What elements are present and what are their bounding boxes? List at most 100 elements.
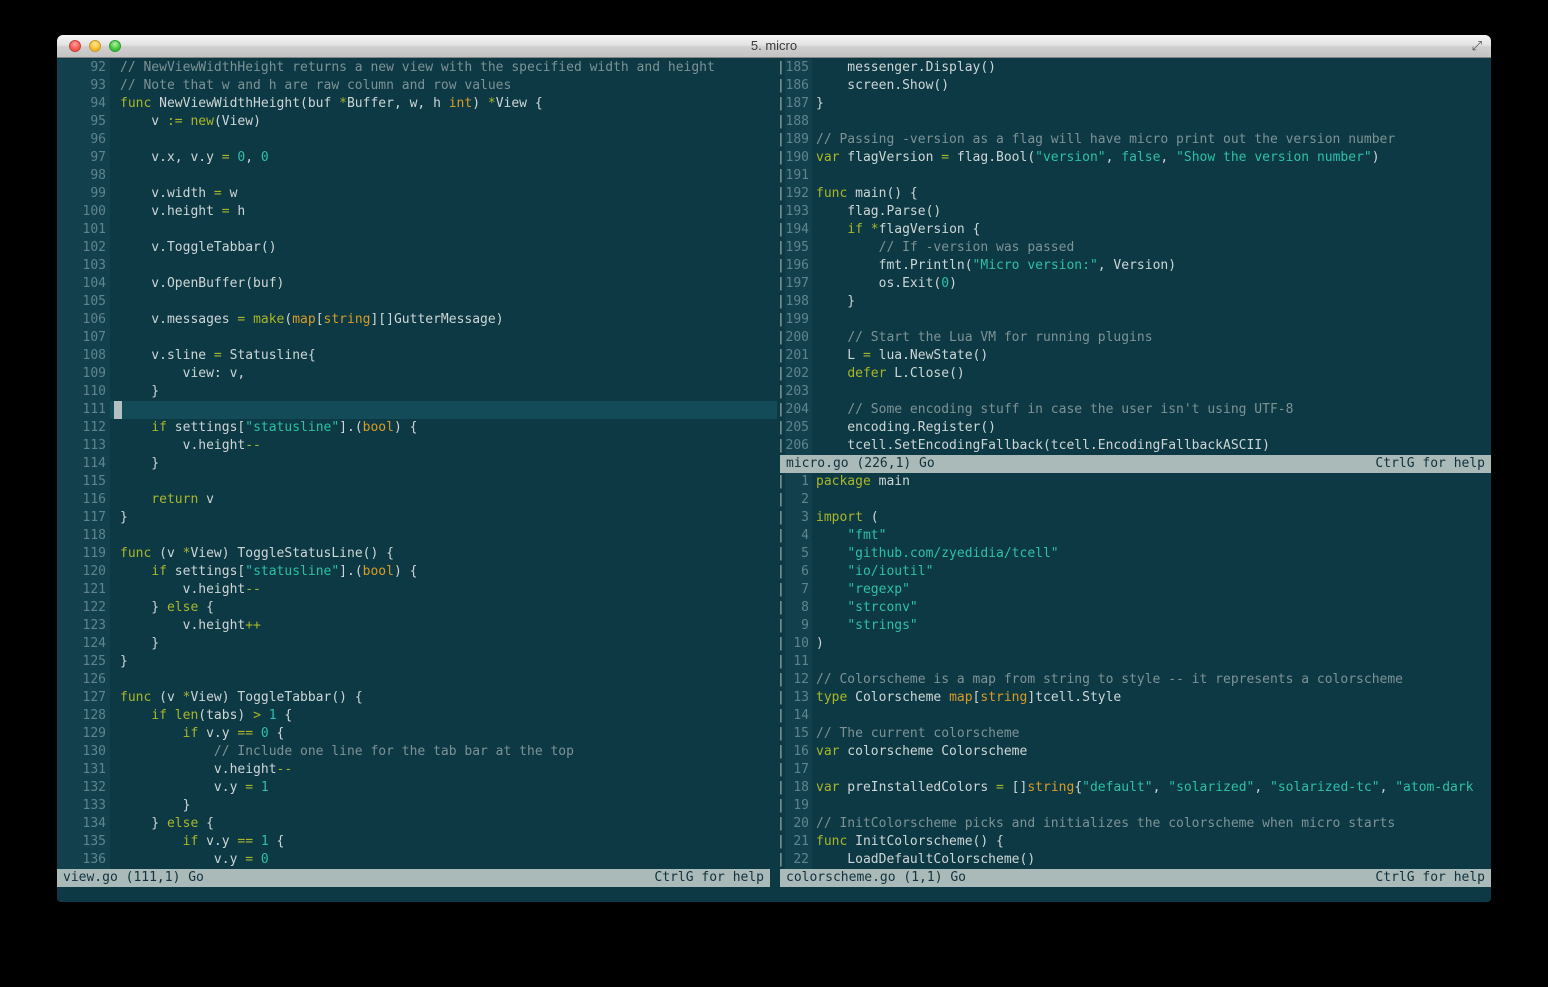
code-line[interactable]: 110 } [57,383,777,401]
code-line[interactable]: | 200 // Start the Lua VM for running plu… [777,329,1491,347]
code-line[interactable]: | 18 var preInstalledColors = []string{"de… [777,779,1491,797]
code-line[interactable]: | 190 var flagVersion = flag.Bool("version… [777,149,1491,167]
code-line[interactable]: | 199 [777,311,1491,329]
code-line[interactable]: 112 if settings["statusline"].(bool) { [57,419,777,437]
code-line[interactable]: | 5 "github.com/zyedidia/tcell" [777,545,1491,563]
code-line[interactable]: | 194 if *flagVersion { [777,221,1491,239]
code-line[interactable]: | 6 "io/ioutil" [777,563,1491,581]
code-line[interactable]: | 202 defer L.Close() [777,365,1491,383]
code-line[interactable]: | 1 package main [777,473,1491,491]
code-line[interactable]: 118 [57,527,777,545]
code-line[interactable]: 106 v.messages = make(map[string][]Gutte… [57,311,777,329]
code-line[interactable]: 101 [57,221,777,239]
code-line[interactable]: 120 if settings["statusline"].(bool) { [57,563,777,581]
code-line[interactable]: | 21 func InitColorscheme() { [777,833,1491,851]
code-line[interactable]: | 186 screen.Show() [777,77,1491,95]
code-line[interactable]: 107 [57,329,777,347]
code-line[interactable]: 103 [57,257,777,275]
code-line[interactable]: 102 v.ToggleTabbar() [57,239,777,257]
code-line[interactable]: | 10) [777,635,1491,653]
code-line[interactable]: 105 [57,293,777,311]
editor-pane-view-go[interactable]: 92 // NewViewWidthHeight returns a new vi… [57,59,777,869]
minimize-button[interactable] [89,39,101,52]
code-line[interactable]: 99 v.width = w [57,185,777,203]
code-line[interactable]: | 198 } [777,293,1491,311]
code-line[interactable]: 129 if v.y == 0 { [57,725,777,743]
editor-pane-colorscheme-go[interactable]: | 1 package main | 2 | 3 import (| 4 "fmt" | 5 "gi… [777,473,1491,869]
code-line[interactable]: 125} [57,653,777,671]
code-line[interactable]: 93 // Note that w and h are raw column an… [57,77,777,95]
code-line[interactable]: 108 v.sline = Statusline{ [57,347,777,365]
line-number: 93 [57,77,110,95]
code-line[interactable]: | 188 [777,113,1491,131]
code-line[interactable]: | 9 "strings" [777,617,1491,635]
window-titlebar[interactable]: 5. micro ⤢ [57,35,1491,58]
zoom-button[interactable] [109,39,121,52]
code-line[interactable]: 100 v.height = h [57,203,777,221]
code-line[interactable]: 134 } else { [57,815,777,833]
code-line[interactable]: 94 func NewViewWidthHeight(buf *Buffer, w… [57,95,777,113]
code-line[interactable]: | 185 messenger.Display() [777,59,1491,77]
code-line[interactable]: | 13 type Colorscheme map[string]tcell.Sty… [777,689,1491,707]
code-line[interactable]: 127 func (v *View) ToggleTabbar() { [57,689,777,707]
code-line[interactable]: 96 [57,131,777,149]
code-line[interactable]: | 196 fmt.Println("Micro version:", Versi… [777,257,1491,275]
code-line[interactable]: | 192 func main() { [777,185,1491,203]
code-line[interactable]: 116 return v [57,491,777,509]
code-line[interactable]: | 19 [777,797,1491,815]
code-line[interactable]: 104 v.OpenBuffer(buf) [57,275,777,293]
code-line[interactable]: | 22 LoadDefaultColorscheme() [777,851,1491,869]
code-line[interactable]: | 20 // InitColorscheme picks and initiali… [777,815,1491,833]
code-line[interactable]: 113 v.height-- [57,437,777,455]
code-line[interactable]: 124 } [57,635,777,653]
code-line[interactable]: | 7 "regexp" [777,581,1491,599]
code-line[interactable]: 123 v.height++ [57,617,777,635]
code-line[interactable]: | 16 var colorscheme Colorscheme [777,743,1491,761]
close-button[interactable] [69,39,81,52]
code-line[interactable]: 111 [57,401,777,419]
code-line[interactable]: 117} [57,509,777,527]
code-line[interactable]: 92 // NewViewWidthHeight returns a new vi… [57,59,777,77]
code-line[interactable]: 132 v.y = 1 [57,779,777,797]
code-line[interactable]: | 203 [777,383,1491,401]
code-line[interactable]: 109 view: v, [57,365,777,383]
code-line[interactable]: | 11 [777,653,1491,671]
code-line[interactable]: | 197 os.Exit(0) [777,275,1491,293]
code-line[interactable]: 121 v.height-- [57,581,777,599]
code-line[interactable]: | 189 // Passing -version as a flag will h… [777,131,1491,149]
code-line[interactable]: 95 v := new(View) [57,113,777,131]
code-line[interactable]: 133 } [57,797,777,815]
code-line[interactable]: | 15 // The current colorscheme [777,725,1491,743]
code-line[interactable]: 128 if len(tabs) > 1 { [57,707,777,725]
code-line[interactable]: | 12 // Colorscheme is a map from string t… [777,671,1491,689]
code-line[interactable]: | 3 import ( [777,509,1491,527]
code-line[interactable]: 97 v.x, v.y = 0, 0 [57,149,777,167]
code-line[interactable]: 114 } [57,455,777,473]
code-line[interactable]: | 17 [777,761,1491,779]
code-line[interactable]: 119 func (v *View) ToggleStatusLine() { [57,545,777,563]
code-line[interactable]: 130 // Include one line for the tab bar … [57,743,777,761]
code-line[interactable]: 122 } else { [57,599,777,617]
code-line[interactable]: 126 [57,671,777,689]
code-line[interactable]: | 205 encoding.Register() [777,419,1491,437]
code-line[interactable]: 135 if v.y == 1 { [57,833,777,851]
code-line[interactable]: | 193 flag.Parse() [777,203,1491,221]
code-line[interactable]: | 201 L = lua.NewState() [777,347,1491,365]
code-text: var colorscheme Colorscheme [812,743,1491,761]
resize-icon[interactable]: ⤢ [1472,35,1482,57]
code-line[interactable]: 136 v.y = 0 [57,851,777,869]
code-line[interactable]: | 4 "fmt" [777,527,1491,545]
code-line[interactable]: 98 [57,167,777,185]
code-line[interactable]: | 2 [777,491,1491,509]
code-line[interactable]: | 191 [777,167,1491,185]
code-line[interactable]: | 195 // If -version was passed [777,239,1491,257]
code-line[interactable]: | 206 tcell.SetEncodingFallback(tcell.Enc… [777,437,1491,455]
code-line[interactable]: 131 v.height-- [57,761,777,779]
editor-pane-micro-go[interactable]: | 185 messenger.Display() | 186 screen.Show… [777,59,1491,455]
code-line[interactable]: | 204 // Some encoding stuff in case the … [777,401,1491,419]
code-line[interactable]: 115 [57,473,777,491]
code-line[interactable]: | 187} [777,95,1491,113]
code-line[interactable]: | 8 "strconv" [777,599,1491,617]
code-line[interactable]: | 14 [777,707,1491,725]
